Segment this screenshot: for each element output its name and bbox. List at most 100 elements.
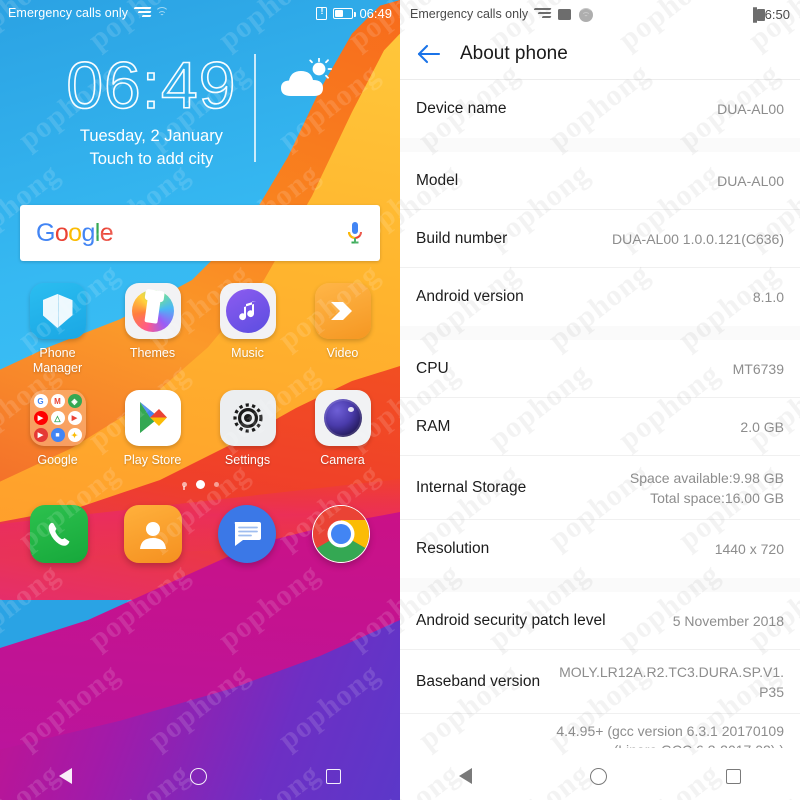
row-key: Baseband version bbox=[416, 672, 541, 690]
battery-icon bbox=[333, 7, 356, 19]
row-value: DUA-AL00 bbox=[717, 172, 784, 189]
google-logo-letter-1: o bbox=[54, 218, 69, 247]
right-navigation-bar bbox=[400, 752, 800, 800]
table-row[interactable]: Internal Storage Space available:9.98 GB… bbox=[400, 456, 800, 520]
app-grid: Phone Manager Themes Music Video G M ◈ ▶… bbox=[0, 283, 400, 468]
page-dot-2[interactable] bbox=[213, 482, 219, 487]
table-row[interactable]: Android version 8.1.0 bbox=[400, 268, 800, 326]
row-key: Resolution bbox=[416, 540, 490, 557]
dock-messages[interactable] bbox=[200, 505, 294, 563]
table-row[interactable]: RAM 2.0 GB bbox=[400, 398, 800, 456]
dock-chrome[interactable] bbox=[294, 505, 388, 563]
settings-group-3: Android security patch level 5 November … bbox=[400, 592, 800, 748]
app-settings[interactable]: Settings bbox=[200, 390, 295, 468]
video-icon bbox=[314, 283, 371, 339]
google-logo-letter-0: G bbox=[36, 218, 55, 247]
dock bbox=[0, 505, 400, 563]
mini-icon-duo: ■ bbox=[50, 428, 65, 442]
group-gap bbox=[400, 138, 800, 152]
dock-contacts[interactable] bbox=[106, 505, 200, 563]
status-bar-right-group: 06:49 bbox=[316, 5, 392, 21]
table-row[interactable]: Device name DUA-AL00 bbox=[400, 80, 800, 138]
mini-icon-google: G bbox=[33, 394, 48, 408]
dual-screenshot-canvas: Emergency calls only 06:49 06:49 Tuesday… bbox=[0, 0, 800, 800]
chrome-icon bbox=[312, 505, 370, 563]
row-value: 8.1.0 bbox=[752, 289, 784, 305]
app-music[interactable]: Music bbox=[200, 283, 295, 376]
app-phone-manager[interactable]: Phone Manager bbox=[10, 283, 105, 376]
left-navigation-bar bbox=[0, 752, 400, 800]
play-store-icon bbox=[124, 390, 181, 446]
settings-list[interactable]: Device name DUA-AL00 Model DUA-AL00 Buil… bbox=[400, 80, 800, 748]
page-title: About phone bbox=[460, 42, 568, 64]
signal-icon bbox=[533, 8, 552, 20]
phone-manager-icon bbox=[29, 283, 86, 339]
row-value: 4.4.95+ (gcc version 6.3.1 20170109 (Lin… bbox=[556, 723, 784, 748]
app-label: Themes bbox=[129, 346, 176, 360]
settings-icon bbox=[219, 390, 276, 446]
app-themes[interactable]: Themes bbox=[105, 283, 200, 376]
app-google-folder[interactable]: G M ◈ ▶ △ ▶ ▶ ■ ✦ Google bbox=[10, 390, 105, 468]
carrier-label: Emergency calls only bbox=[410, 7, 529, 21]
back-icon[interactable] bbox=[59, 768, 73, 784]
app-label: Play Store bbox=[123, 453, 182, 467]
table-row[interactable]: Resolution 1440 x 720 bbox=[400, 520, 800, 578]
home-icon[interactable] bbox=[190, 767, 208, 785]
mini-icon-gmail: M bbox=[50, 394, 65, 408]
row-key: CPU bbox=[416, 359, 449, 377]
weather-widget[interactable] bbox=[256, 48, 334, 107]
page-dot-0[interactable] bbox=[181, 482, 187, 490]
table-row[interactable]: Kernel version 4.4.95+ (gcc version 6.3.… bbox=[400, 714, 800, 748]
google-logo-letter-3: g bbox=[81, 218, 95, 247]
row-key: Internal Storage bbox=[416, 478, 527, 496]
lockscreen-add-city-hint[interactable]: Touch to add city bbox=[66, 148, 236, 171]
back-arrow-icon[interactable] bbox=[416, 41, 442, 67]
group-gap bbox=[400, 578, 800, 592]
recents-icon[interactable] bbox=[325, 768, 341, 784]
shield-glyph bbox=[42, 294, 73, 328]
left-phone-home-screen: Emergency calls only 06:49 06:49 Tuesday… bbox=[0, 0, 400, 800]
lockscreen-clock-widget[interactable]: 06:49 Tuesday, 2 January Touch to add ci… bbox=[0, 47, 400, 171]
music-note-glyph bbox=[238, 301, 256, 321]
lockscreen-time: 06:49 bbox=[66, 47, 237, 123]
themes-icon bbox=[124, 283, 181, 339]
google-folder-icon: G M ◈ ▶ △ ▶ ▶ ■ ✦ bbox=[29, 390, 86, 446]
app-label: Phone Manager bbox=[32, 346, 83, 375]
left-status-bar: Emergency calls only 06:49 bbox=[0, 0, 400, 26]
picture-icon bbox=[558, 8, 572, 20]
video-play-glyph bbox=[330, 302, 352, 320]
table-row[interactable]: Android security patch level 5 November … bbox=[400, 592, 800, 650]
row-key: Device name bbox=[416, 100, 507, 117]
gear-glyph bbox=[232, 403, 263, 433]
music-circle bbox=[225, 289, 270, 333]
table-row[interactable]: Baseband version MOLY.LR12A.R2.TC3.DURA.… bbox=[400, 650, 800, 714]
back-icon[interactable] bbox=[459, 768, 473, 784]
mini-icon-drive: △ bbox=[50, 411, 65, 425]
table-row[interactable]: Model DUA-AL00 bbox=[400, 152, 800, 210]
handset-glyph bbox=[48, 522, 70, 546]
row-key: Build number bbox=[416, 229, 508, 247]
microphone-icon[interactable] bbox=[346, 221, 364, 245]
row-key: Android version bbox=[416, 288, 524, 305]
lockscreen-date: Tuesday, 2 January bbox=[79, 127, 223, 145]
app-video[interactable]: Video bbox=[295, 283, 390, 376]
app-camera[interactable]: Camera bbox=[295, 390, 390, 468]
google-search-bar[interactable]: Google bbox=[20, 205, 380, 261]
app-bar: About phone bbox=[400, 28, 800, 80]
dock-phone[interactable] bbox=[12, 505, 106, 563]
home-icon[interactable] bbox=[590, 767, 608, 785]
right-status-bar: Emergency calls only 06:50 bbox=[400, 0, 800, 28]
signal-icon bbox=[133, 7, 152, 19]
camera-icon bbox=[314, 390, 371, 446]
table-row[interactable]: CPU MT6739 bbox=[400, 340, 800, 398]
recents-icon[interactable] bbox=[725, 768, 741, 784]
camera-lens-glyph bbox=[323, 399, 362, 437]
app-row-1: Phone Manager Themes Music Video bbox=[0, 283, 400, 376]
row-key: RAM bbox=[416, 417, 451, 435]
document-alert-icon bbox=[316, 5, 328, 20]
settings-group-2: CPU MT6739 RAM 2.0 GB Internal Storage S… bbox=[400, 340, 800, 578]
page-dot-1[interactable] bbox=[195, 480, 205, 489]
table-row[interactable]: Build number DUA-AL00 1.0.0.121(C636) bbox=[400, 210, 800, 268]
app-label: Google bbox=[37, 453, 78, 467]
app-play-store[interactable]: Play Store bbox=[105, 390, 200, 468]
